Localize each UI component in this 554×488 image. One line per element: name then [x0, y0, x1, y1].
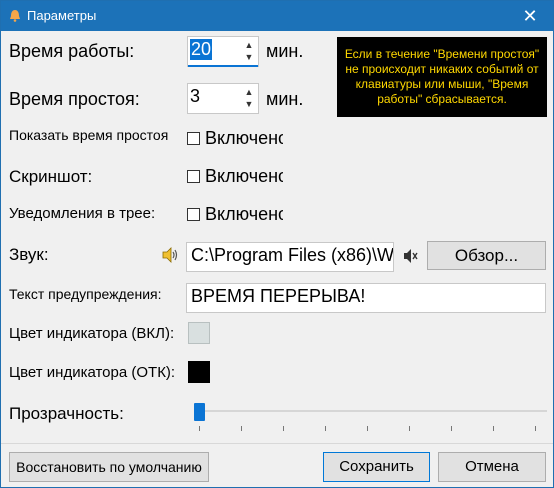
- work-time-unit: мин.: [266, 41, 304, 61]
- browse-button[interactable]: Обзор...: [427, 241, 546, 270]
- warning-text-label: Текст предупреждения:: [9, 286, 162, 302]
- show-idle-checkbox-label[interactable]: Включено: [205, 128, 283, 149]
- speaker-icon[interactable]: [161, 247, 179, 263]
- idle-time-label: Время простоя:: [9, 89, 140, 109]
- cancel-button[interactable]: Отмена: [438, 452, 546, 482]
- restore-defaults-button[interactable]: Восстановить по умолчанию: [9, 452, 209, 482]
- screenshot-checkbox[interactable]: [187, 170, 200, 183]
- slider-tick: [199, 426, 200, 431]
- mute-icon[interactable]: [402, 248, 418, 264]
- work-time-spin-arrows[interactable]: ▲ ▼: [242, 39, 256, 65]
- title-bar: Параметры ✕: [1, 1, 553, 31]
- slider-tick: [535, 426, 536, 431]
- tray-notify-checkbox-label[interactable]: Включено: [205, 204, 283, 225]
- work-time-spinbox[interactable]: 20 ▲ ▼: [187, 36, 259, 67]
- transparency-slider-track[interactable]: [197, 410, 547, 412]
- warning-text-input[interactable]: ВРЕМЯ ПЕРЕРЫВА!: [186, 283, 546, 313]
- slider-tick: [367, 426, 368, 431]
- slider-tick: [409, 426, 410, 431]
- spin-up-icon[interactable]: ▲: [242, 86, 256, 98]
- tray-notify-checkbox[interactable]: [187, 208, 200, 221]
- show-idle-label: Показать время простоя: [9, 127, 169, 143]
- transparency-slider-thumb[interactable]: [194, 403, 205, 421]
- slider-tick: [283, 426, 284, 431]
- window-title: Параметры: [27, 8, 97, 23]
- close-button[interactable]: ✕: [515, 4, 545, 28]
- save-button[interactable]: Сохранить: [323, 452, 430, 482]
- footer-divider: [1, 443, 553, 444]
- slider-tick: [241, 426, 242, 431]
- indicator-off-color-swatch[interactable]: [188, 361, 210, 383]
- bell-icon: [10, 10, 20, 22]
- focus-underline: [188, 65, 258, 67]
- idle-time-value: 3: [190, 86, 201, 106]
- sound-label: Звук:: [9, 245, 49, 264]
- work-time-value: 20: [190, 39, 213, 60]
- indicator-on-color-swatch[interactable]: [188, 322, 210, 344]
- transparency-label: Прозрачность:: [9, 404, 124, 423]
- indicator-off-label: Цвет индикатора (ОТК):: [9, 364, 176, 381]
- spin-up-icon[interactable]: ▲: [242, 39, 256, 51]
- idle-time-spin-arrows[interactable]: ▲ ▼: [242, 86, 256, 112]
- show-idle-checkbox[interactable]: [187, 132, 200, 145]
- screenshot-checkbox-label[interactable]: Включено: [205, 166, 283, 187]
- slider-tick: [325, 426, 326, 431]
- slider-tick: [451, 426, 452, 431]
- work-time-label: Время работы:: [9, 41, 135, 61]
- spin-down-icon[interactable]: ▼: [242, 51, 256, 63]
- idle-time-tooltip: Если в течение "Времени простоя" не прои…: [337, 37, 547, 117]
- slider-tick: [493, 426, 494, 431]
- sound-path-input[interactable]: C:\Program Files (x86)\W: [186, 242, 394, 272]
- settings-window: Параметры ✕ Время работы: 20 ▲ ▼ мин. Ес…: [0, 0, 554, 488]
- spin-down-icon[interactable]: ▼: [242, 98, 256, 110]
- tray-notify-label: Уведомления в трее:: [9, 205, 156, 222]
- idle-time-spinbox[interactable]: 3 ▲ ▼: [187, 83, 259, 114]
- idle-time-unit: мин.: [266, 89, 304, 109]
- indicator-on-label: Цвет индикатора (ВКЛ):: [9, 325, 175, 342]
- screenshot-label: Скриншот:: [9, 167, 93, 186]
